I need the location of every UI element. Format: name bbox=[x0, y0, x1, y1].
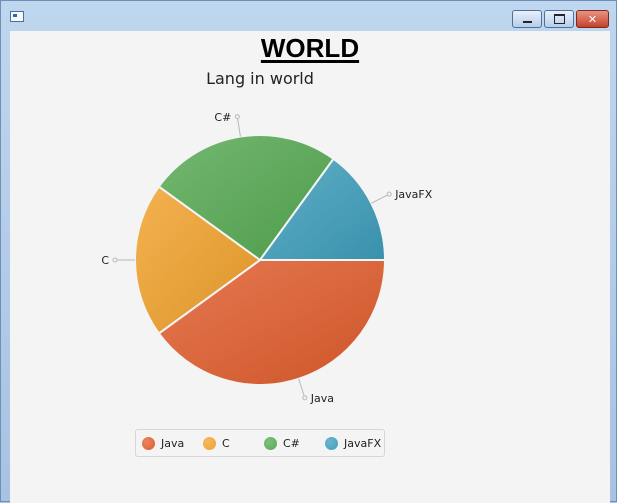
legend-swatch-java bbox=[142, 436, 155, 450]
legend-swatch-javafx bbox=[325, 436, 338, 450]
slice-label-c: C bbox=[101, 254, 109, 267]
legend-item-c: C bbox=[203, 436, 230, 450]
legend-label-c: C bbox=[222, 436, 230, 450]
pie-slices bbox=[134, 134, 387, 386]
app-window-icon bbox=[10, 11, 24, 22]
label-leader-javafx bbox=[371, 193, 390, 204]
label-anchor-java bbox=[302, 395, 308, 401]
legend-item-javafx: JavaFX bbox=[325, 436, 381, 450]
legend-label-c: C# bbox=[283, 436, 300, 450]
label-anchor-c bbox=[234, 114, 240, 120]
label-anchor-javafx bbox=[386, 191, 392, 197]
slice-label-java: Java bbox=[310, 392, 334, 405]
maximize-button[interactable] bbox=[544, 10, 574, 28]
minimize-icon bbox=[522, 21, 532, 23]
close-icon: ✕ bbox=[587, 12, 598, 26]
label-leader-java bbox=[298, 378, 306, 399]
legend-swatch-c bbox=[203, 436, 216, 450]
title-bar[interactable]: ✕ bbox=[1, 1, 617, 31]
minimize-button[interactable] bbox=[512, 10, 542, 28]
label-anchor-c bbox=[112, 257, 118, 263]
maximize-icon bbox=[553, 14, 565, 24]
legend-item-c: C# bbox=[264, 436, 300, 450]
chart-legend: Java C C# JavaFX bbox=[135, 429, 385, 457]
close-button[interactable]: ✕ bbox=[576, 10, 609, 28]
label-leader-c bbox=[236, 116, 241, 137]
legend-swatch-c bbox=[264, 436, 277, 450]
slice-label-javafx: JavaFX bbox=[394, 188, 433, 201]
slice-label-c: C# bbox=[214, 111, 231, 124]
legend-label-javafx: JavaFX bbox=[344, 436, 382, 450]
window-content: WORLD Lang in world Java C C# JavaFX Java C C… bbox=[10, 31, 610, 503]
application-window: ✕ WORLD Lang in world Java C C# JavaFX Java… bbox=[0, 0, 617, 503]
legend-label-java: Java bbox=[161, 436, 185, 450]
legend-item-java: Java bbox=[142, 436, 184, 450]
